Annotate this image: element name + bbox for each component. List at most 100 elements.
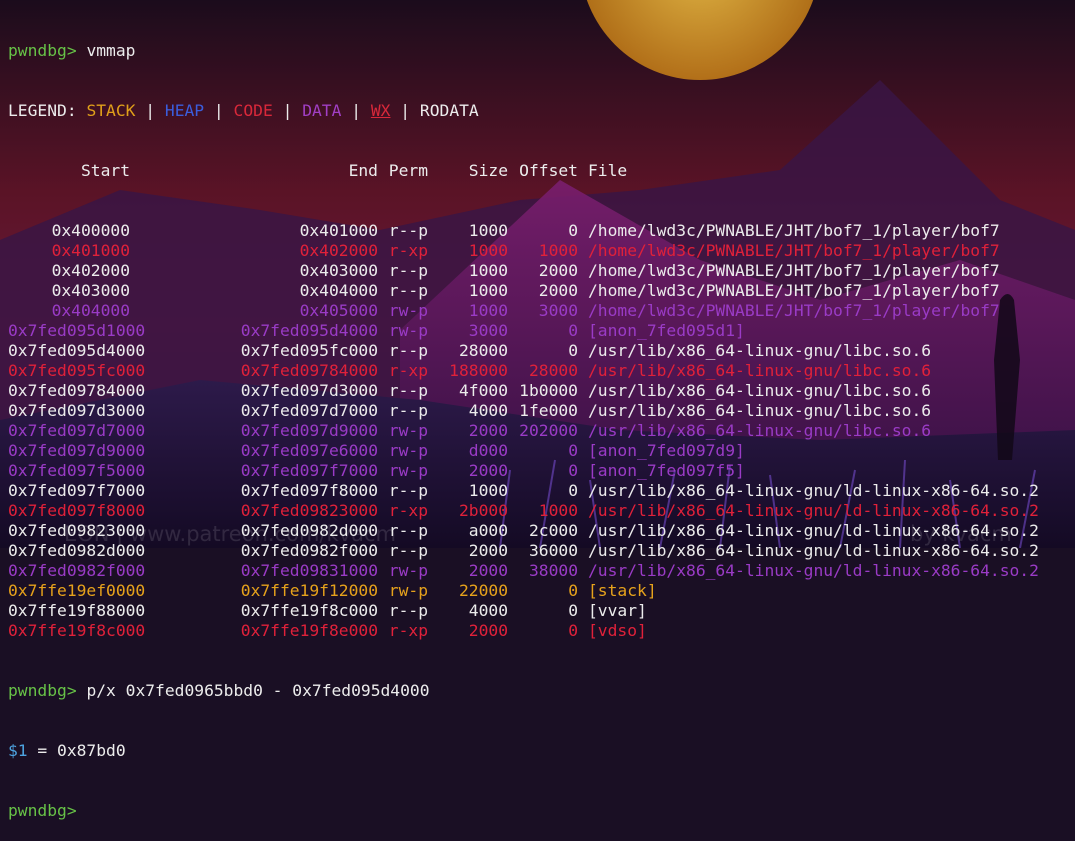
row-start: 0x7fed097d7000 [8,421,146,440]
row-offset: 0 [568,441,578,460]
row-start: 0x7ffe19f8c000 [8,621,146,640]
vmmap-row: 0x7fed097d7000 0x7fed097d9000 rw-p 2000 2020… [8,421,1039,441]
row-file: /usr/lib/x86_64-linux-gnu/libc.so.6 [588,381,932,400]
row-start: 0x7fed0982f000 [8,561,146,580]
row-end: 0x7fed097f8000 [240,481,378,500]
legend-separator: | [145,101,156,120]
row-offset: 0 [568,461,578,480]
vmmap-row: 0x7ffe19f88000 0x7ffe19f8c000 r--p 4000 0 [vv… [8,601,1039,621]
header-end: End [348,161,378,180]
vmmap-row: 0x7fed0982f000 0x7fed09831000 rw-p 2000 3800… [8,561,1039,581]
row-offset: 1fe000 [519,401,578,420]
command-line-2: pwndbg> p/x 0x7fed0965bbd0 - 0x7fed095d4… [8,681,1039,701]
row-perm: r--p [388,341,428,360]
row-offset: 1b0000 [519,381,578,400]
row-file: [anon_7fed097f5] [588,461,745,480]
row-start: 0x7fed097f8000 [8,501,146,520]
row-offset: 1000 [538,501,578,520]
row-start: 0x400000 [51,221,130,240]
vmmap-row: 0x402000 0x403000 r--p 1000 2000/home/lwd3c/… [8,261,1039,281]
row-size: 4000 [468,601,508,620]
row-file: [anon_7fed097d9] [588,441,745,460]
header-start: Start [80,161,130,180]
row-end: 0x7fed097d7000 [240,401,378,420]
command-line-3[interactable]: pwndbg> [8,801,1039,821]
row-perm: r-xp [388,361,428,380]
row-size: 2000 [468,541,508,560]
vmmap-row: 0x7fed097f7000 0x7fed097f8000 r--p 1000 0/us… [8,481,1039,501]
row-file: /usr/lib/x86_64-linux-gnu/libc.so.6 [588,361,932,380]
row-start: 0x402000 [51,261,130,280]
row-start: 0x7fed097f7000 [8,481,146,500]
row-end: 0x401000 [299,221,378,240]
row-offset: 0 [568,601,578,620]
vmmap-row: 0x7fed095d1000 0x7fed095d4000 rw-p 3000 0 [an… [8,321,1039,341]
row-end: 0x7ffe19f8e000 [240,621,378,640]
vmmap-row: 0x7fed097d3000 0x7fed097d7000 r--p 4000 1fe0… [8,401,1039,421]
row-file: /home/lwd3c/PWNABLE/JHT/bof7_1/player/bo… [588,241,1000,260]
row-size: 2000 [468,461,508,480]
vmmap-row: 0x401000 0x402000 r-xp 1000 1000/home/lwd3c/… [8,241,1039,261]
row-perm: r--p [388,481,428,500]
row-offset: 2c000 [528,521,578,540]
row-size: 2000 [468,621,508,640]
legend-wx: WX [370,101,391,120]
row-file: /home/lwd3c/PWNABLE/JHT/bof7_1/player/bo… [588,301,1000,320]
row-perm: r--p [388,401,428,420]
legend-separator: | [400,101,411,120]
row-end: 0x7fed095fc000 [240,341,378,360]
row-offset: 1000 [538,241,578,260]
header-perm: Perm [388,161,428,180]
row-perm: rw-p [388,441,428,460]
row-start: 0x7fed097d3000 [8,401,146,420]
row-end: 0x7fed09823000 [240,501,378,520]
row-end: 0x7fed095d4000 [240,321,378,340]
terminal[interactable]: pwndbg> vmmap LEGEND: STACK | HEAP | COD… [8,1,1039,841]
row-end: 0x403000 [299,261,378,280]
row-perm: rw-p [388,421,428,440]
row-start: 0x7fed097d9000 [8,441,146,460]
vmmap-row: 0x7ffe19ef0000 0x7ffe19f12000 rw-p 22000 0 [s… [8,581,1039,601]
row-end: 0x404000 [299,281,378,300]
row-size: 1000 [468,241,508,260]
row-file: /usr/lib/x86_64-linux-gnu/ld-linux-x86-6… [588,481,1039,500]
result-variable: $1 [8,741,28,760]
header-size: Size [468,161,508,180]
row-size: 2000 [468,561,508,580]
vmmap-row: 0x7ffe19f8c000 0x7ffe19f8e000 r-xp 2000 0 [vd… [8,621,1039,641]
row-end: 0x402000 [299,241,378,260]
row-perm: rw-p [388,321,428,340]
row-size: 1000 [468,301,508,320]
watermark-right: by kvacm [910,522,1012,546]
row-offset: 0 [568,621,578,640]
row-file: [vvar] [588,601,647,620]
vmmap-row: 0x7fed09784000 0x7fed097d3000 r--p 4f000 1b0… [8,381,1039,401]
vmmap-row: 0x7fed097f5000 0x7fed097f7000 rw-p 2000 0 [an… [8,461,1039,481]
vmmap-row: 0x7fed095d4000 0x7fed095fc000 r--p 28000 0/u… [8,341,1039,361]
row-size: 4000 [468,401,508,420]
legend-line: LEGEND: STACK | HEAP | CODE | DATA | WX … [8,101,1039,121]
row-end: 0x7fed097f7000 [240,461,378,480]
row-perm: rw-p [388,581,428,600]
row-size: 4f000 [458,381,508,400]
result-line: $1 = 0x87bd0 [8,741,1039,761]
row-perm: r--p [388,281,428,300]
row-file: /usr/lib/x86_64-linux-gnu/libc.so.6 [588,341,932,360]
row-size: 2000 [468,421,508,440]
row-offset: 3000 [538,301,578,320]
header-offset: Offset [519,161,578,180]
row-perm: r-xp [388,501,428,520]
legend-separator: | [213,101,224,120]
legend-separator: | [351,101,362,120]
row-start: 0x7fed095d1000 [8,321,146,340]
row-file: [stack] [588,581,657,600]
row-end: 0x7fed097d9000 [240,421,378,440]
prompt: pwndbg> [8,801,77,820]
row-offset: 0 [568,221,578,240]
command-line-1: pwndbg> vmmap [8,41,1039,61]
vmmap-row: 0x7fed097d9000 0x7fed097e6000 rw-p d000 0 [an… [8,441,1039,461]
header-file: File [588,161,628,180]
row-perm: r--p [388,221,428,240]
row-start: 0x7fed095d4000 [8,341,146,360]
row-perm: rw-p [388,301,428,320]
